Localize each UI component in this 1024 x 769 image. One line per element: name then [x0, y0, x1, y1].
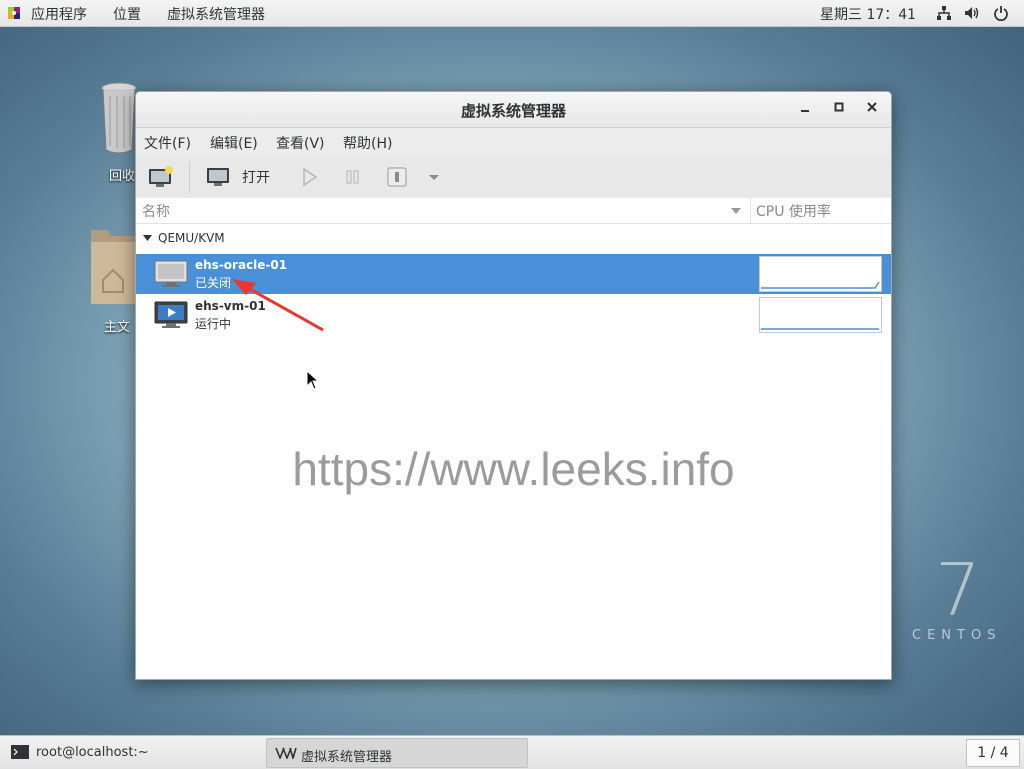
- virt-manager-icon: [275, 747, 297, 759]
- centos-wordmark: CENTOS: [912, 628, 1002, 643]
- workspace-indicator[interactable]: 1 / 4: [966, 739, 1020, 767]
- task-virt-manager[interactable]: 虚拟系统管理器: [266, 738, 528, 768]
- cpu-usage-graph: [759, 256, 882, 292]
- new-vm-icon[interactable]: [148, 165, 174, 189]
- task-terminal[interactable]: root@localhost:~: [3, 738, 261, 766]
- trash-label: 回收: [109, 169, 136, 184]
- column-cpu-usage[interactable]: CPU 使用率: [756, 201, 831, 221]
- centos-version-mark: 7: [935, 548, 981, 632]
- cpu-usage-graph: [759, 297, 882, 333]
- toolbar: 打开: [136, 156, 891, 199]
- vm-name: ehs-oracle-01: [195, 258, 288, 272]
- annotation-arrow: [232, 279, 324, 332]
- minimize-icon[interactable]: [793, 98, 817, 120]
- menu-view[interactable]: 查看(V): [276, 133, 325, 153]
- toolbar-separator: [189, 162, 190, 194]
- task-terminal-label: root@localhost:~: [36, 745, 149, 760]
- run-icon[interactable]: [301, 165, 319, 189]
- cpu-usage-line: [761, 328, 879, 330]
- vm-shutoff-icon: [154, 260, 188, 287]
- expander-icon[interactable]: [143, 235, 152, 242]
- terminal-icon: [11, 745, 29, 759]
- watermark-text: https://www.leeks.info: [292, 443, 735, 495]
- connection-label: QEMU/KVM: [158, 231, 225, 245]
- menu-help[interactable]: 帮助(H): [343, 133, 392, 153]
- close-icon[interactable]: [860, 98, 884, 120]
- task-virt-manager-label: 虚拟系统管理器: [301, 750, 393, 765]
- network-icon[interactable]: [936, 5, 952, 21]
- mouse-cursor-icon: [306, 370, 320, 390]
- connection-row[interactable]: QEMU/KVM: [136, 224, 891, 252]
- places-menu[interactable]: 位置: [113, 4, 141, 24]
- menu-file[interactable]: 文件(F): [144, 133, 191, 153]
- shutdown-menu-chevron-down-icon[interactable]: [428, 165, 440, 189]
- menu-edit[interactable]: 编辑(E): [210, 133, 258, 153]
- power-icon[interactable]: [993, 5, 1009, 21]
- column-divider: [750, 198, 751, 223]
- top-bar: 应用程序 位置 虚拟系统管理器 星期三 17：41: [0, 0, 1024, 27]
- clock[interactable]: 星期三 17：41: [820, 4, 916, 24]
- cpu-usage-line: [761, 281, 880, 289]
- pause-icon[interactable]: [345, 165, 361, 189]
- sort-chevron-down-icon[interactable]: [730, 207, 742, 215]
- home-folder-icon[interactable]: [89, 226, 137, 306]
- home-folder-label: 主文: [104, 320, 131, 335]
- open-console-icon[interactable]: [206, 165, 230, 189]
- current-app-menu[interactable]: 虚拟系统管理器: [167, 4, 265, 24]
- taskbar: root@localhost:~ 虚拟系统管理器 1 / 4: [0, 735, 1024, 769]
- window-title: 虚拟系统管理器: [460, 102, 566, 120]
- column-name[interactable]: 名称: [142, 201, 170, 221]
- vm-running-icon: [154, 301, 188, 328]
- virt-manager-window: 虚拟系统管理器 文件(F) 编辑(E) 查看(V) 帮助(H) 打开 名称 CP…: [135, 91, 892, 680]
- volume-icon[interactable]: [964, 5, 980, 21]
- centos-logo-icon: [8, 7, 20, 19]
- menu-bar: 文件(F) 编辑(E) 查看(V) 帮助(H): [136, 128, 891, 156]
- title-bar[interactable]: 虚拟系统管理器: [136, 92, 891, 128]
- shutdown-icon[interactable]: [386, 165, 408, 189]
- open-button[interactable]: 打开: [242, 167, 270, 187]
- trash-icon[interactable]: [100, 80, 138, 158]
- applications-menu[interactable]: 应用程序: [31, 4, 87, 24]
- column-header: 名称 CPU 使用率: [136, 198, 891, 224]
- maximize-icon[interactable]: [827, 98, 851, 120]
